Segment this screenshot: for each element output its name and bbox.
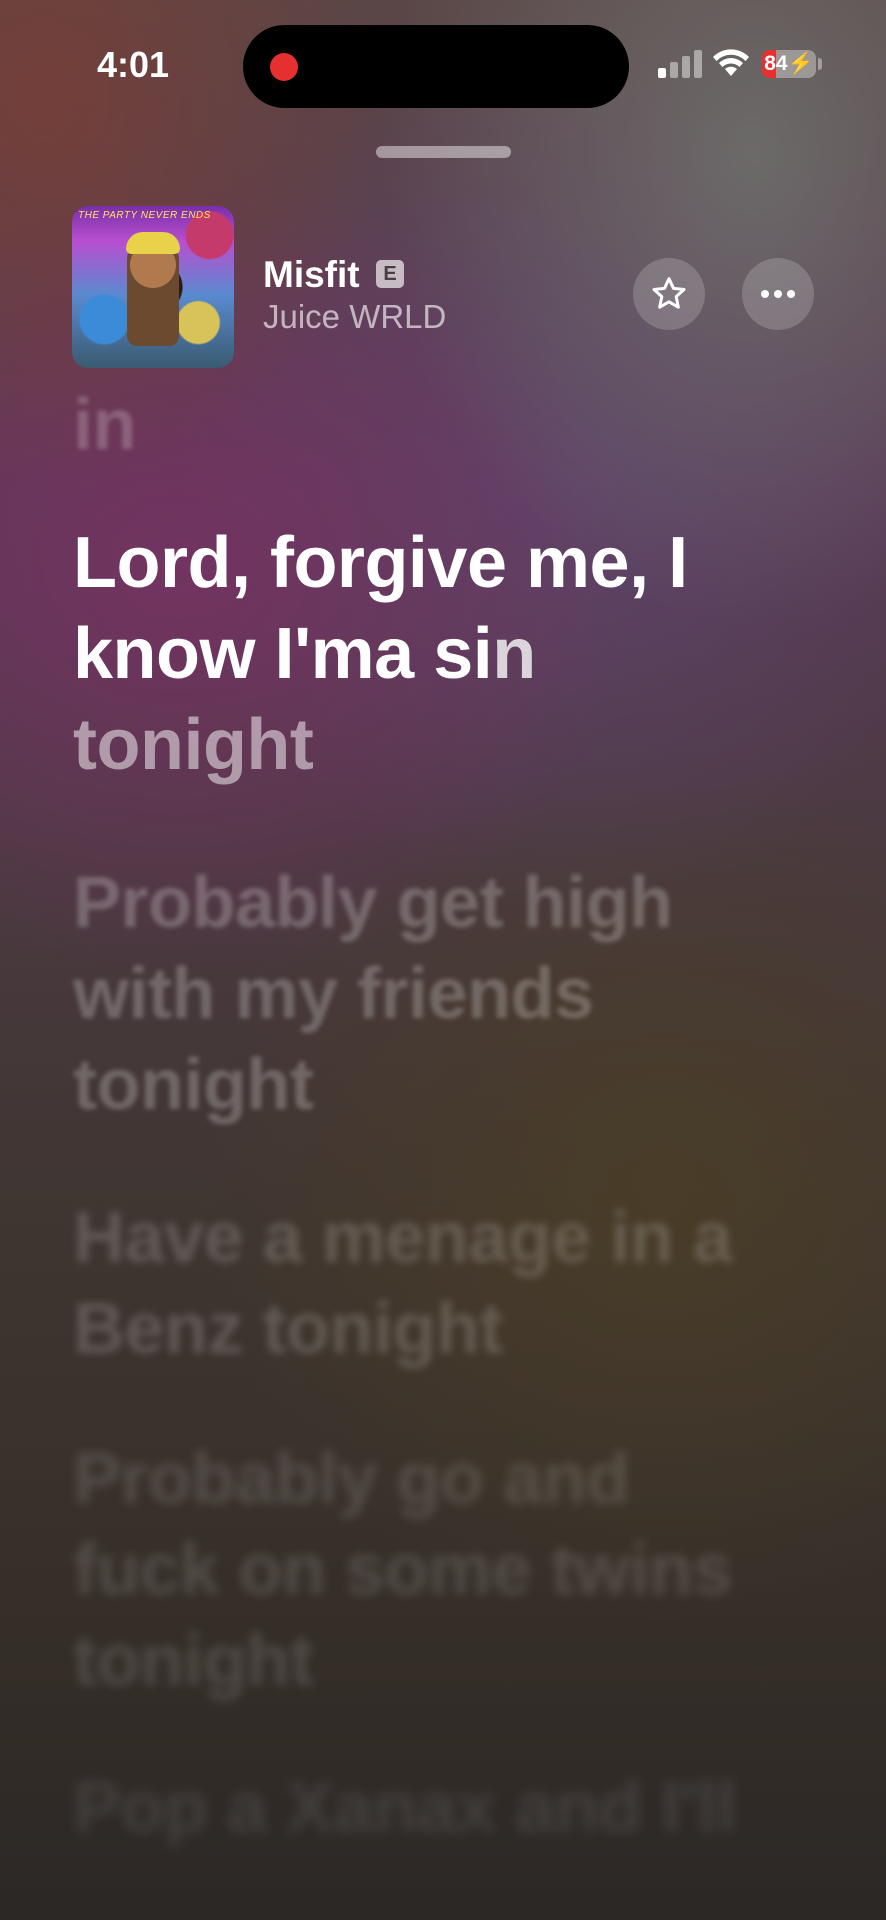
lyric-line-previous[interactable]: in xyxy=(73,380,793,471)
sheet-grabber[interactable] xyxy=(376,146,511,158)
lyric-line-next[interactable]: Have a menage in a Benz tonight xyxy=(73,1193,793,1375)
lyric-partial-text: n xyxy=(492,614,536,694)
more-options-button[interactable] xyxy=(742,258,814,330)
song-title[interactable]: Misfit xyxy=(263,254,360,296)
battery-charging-icon: 84⚡ xyxy=(762,50,816,78)
album-artwork[interactable]: THE PARTY NEVER ENDS xyxy=(72,206,234,368)
favorite-button[interactable] xyxy=(633,258,705,330)
lyric-line-next[interactable]: Probably get high with my friends tonigh… xyxy=(73,858,793,1131)
artwork-caption: THE PARTY NEVER ENDS xyxy=(78,210,211,221)
ellipsis-icon xyxy=(761,290,795,298)
now-playing-header: THE PARTY NEVER ENDS Misfit E Juice WRLD xyxy=(0,200,886,370)
lyric-line-next[interactable]: Probably go and fuck on some twins tonig… xyxy=(73,1434,793,1707)
status-time: 4:01 xyxy=(97,44,170,85)
battery-cap xyxy=(818,58,822,70)
battery-percent: 84⚡ xyxy=(764,52,814,75)
lyric-sung-text: Lord, forgive me, I know I'ma si xyxy=(73,523,688,694)
star-icon xyxy=(652,277,686,309)
wifi-icon xyxy=(713,49,749,76)
status-bar: 4:01 84⚡ xyxy=(0,0,886,130)
lyric-line-current[interactable]: Lord, forgive me, I know I'ma sin tonigh… xyxy=(73,518,793,791)
explicit-badge: E xyxy=(376,260,404,288)
cellular-signal-icon xyxy=(658,50,702,78)
artist-name[interactable]: Juice WRLD xyxy=(263,298,446,336)
lyric-upcoming-word: tonight xyxy=(73,705,314,785)
artwork-hair xyxy=(126,232,180,254)
lyric-line-next[interactable]: Pop a Xanax and I'll xyxy=(73,1763,793,1854)
dynamic-island[interactable] xyxy=(243,25,629,108)
screen-recording-indicator xyxy=(270,53,298,81)
